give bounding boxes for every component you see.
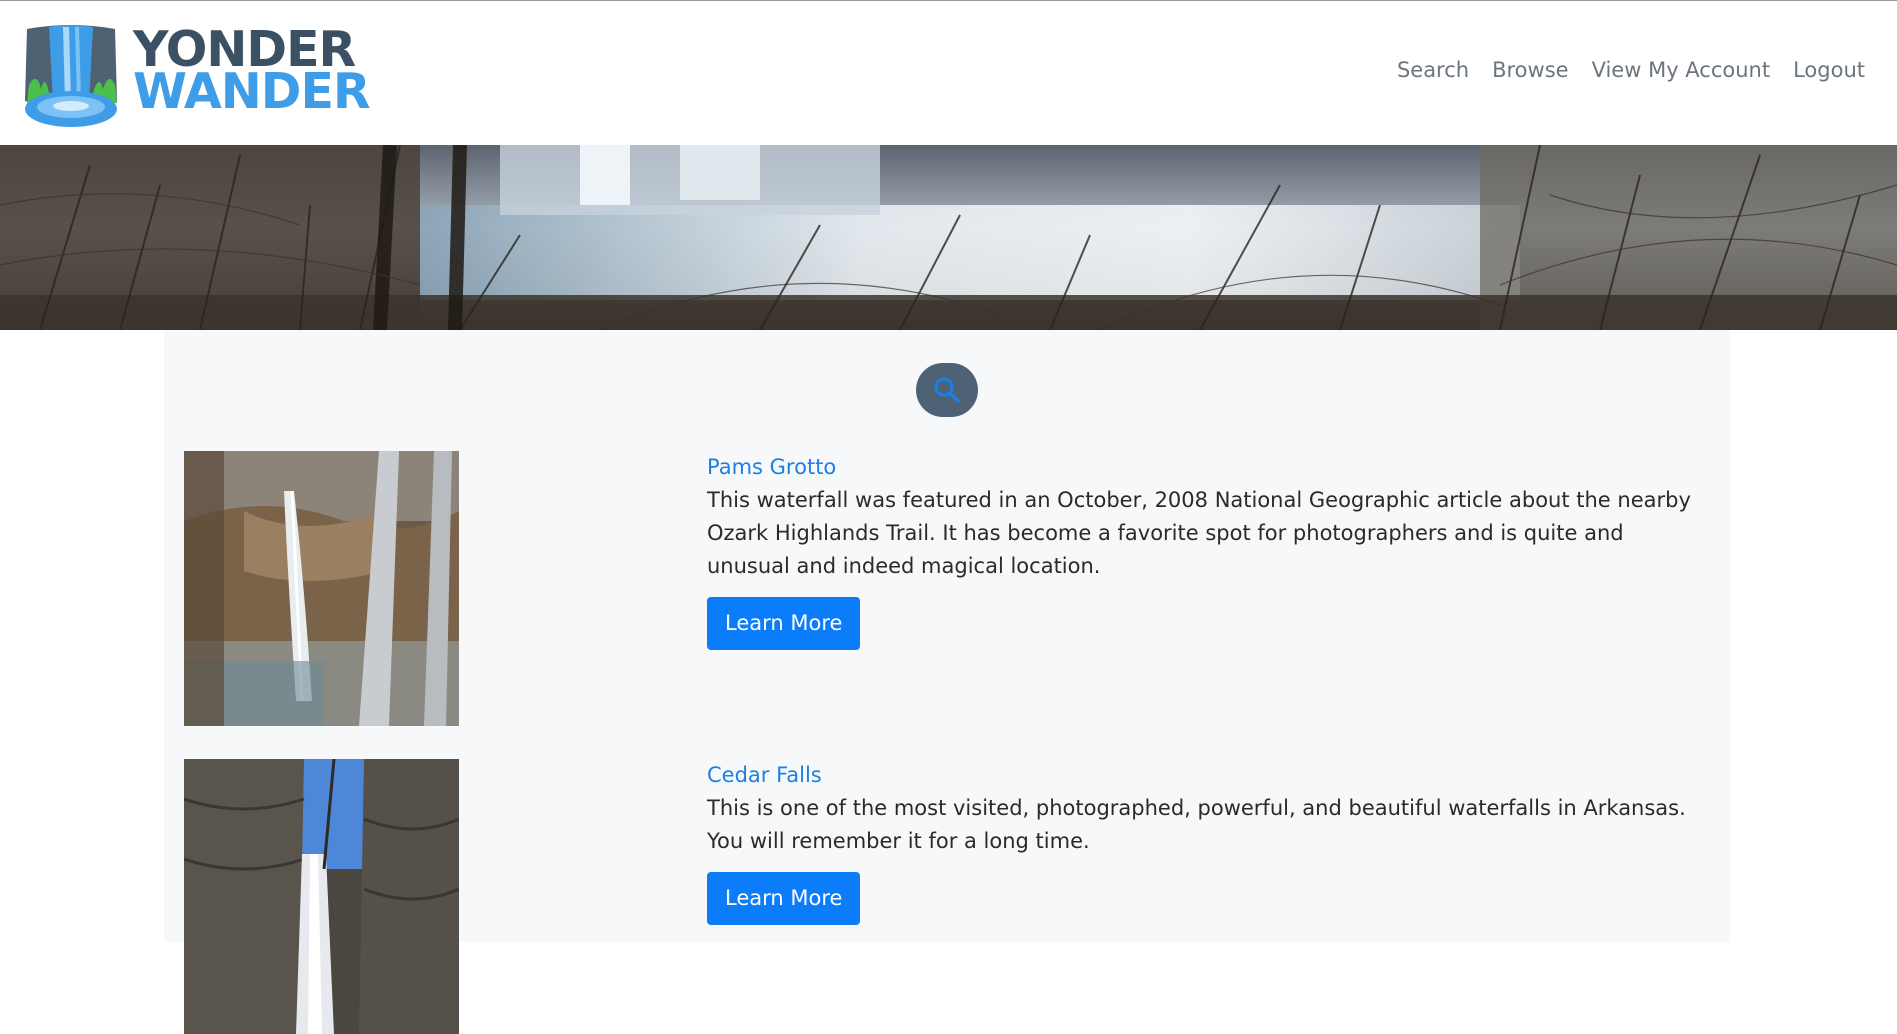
waterfall-info: Pams Grotto This waterfall was featured … (707, 451, 1707, 650)
waterfall-thumbnail (184, 759, 459, 1034)
waterfall-description: This is one of the most visited, photogr… (707, 796, 1686, 853)
main-nav: Search Browse View My Account Logout (1397, 58, 1865, 82)
brand-line-2: WANDER (133, 63, 371, 120)
hero-banner-image (0, 145, 1897, 330)
waterfall-description: This waterfall was featured in an Octobe… (707, 488, 1691, 578)
main-panel: Pams Grotto This waterfall was featured … (164, 330, 1730, 1034)
search-icon (934, 377, 960, 403)
waterfall-title-link[interactable]: Pams Grotto (707, 451, 1707, 484)
search-toggle-button[interactable] (916, 363, 978, 417)
brand-name: YONDER WANDER (133, 25, 371, 120)
waterfall-logo-icon (25, 25, 117, 127)
learn-more-button[interactable]: Learn More (707, 872, 861, 925)
waterfall-title-link[interactable]: Cedar Falls (707, 759, 1707, 792)
waterfall-info: Cedar Falls This is one of the most visi… (707, 759, 1707, 925)
site-header: YONDER WANDER Search Browse View My Acco… (0, 1, 1897, 145)
nav-logout[interactable]: Logout (1793, 58, 1865, 82)
site-logo[interactable]: YONDER WANDER (19, 23, 371, 129)
learn-more-button[interactable]: Learn More (707, 597, 861, 650)
nav-browse[interactable]: Browse (1492, 58, 1568, 82)
banner-scene (0, 145, 1897, 330)
nav-view-my-account[interactable]: View My Account (1592, 58, 1771, 82)
waterfall-thumbnail (184, 451, 459, 726)
nav-search[interactable]: Search (1397, 58, 1469, 82)
